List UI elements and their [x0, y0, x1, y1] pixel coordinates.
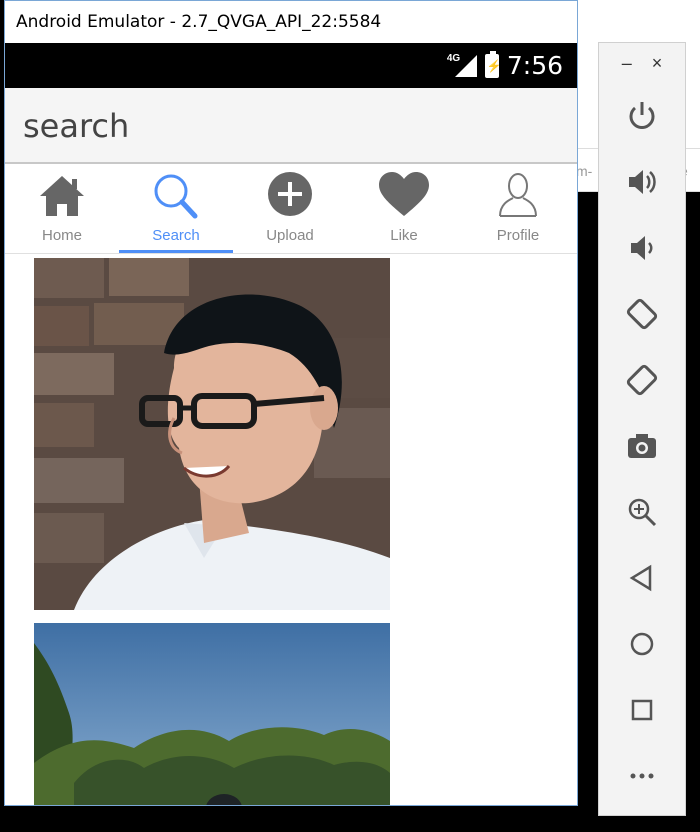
window-title: Android Emulator - 2.7_QVGA_API_22:5584	[5, 1, 577, 43]
desktop-text-fragment: m-	[576, 163, 593, 179]
photo-feed[interactable]	[5, 254, 577, 806]
rotate-left-icon	[626, 298, 658, 330]
tab-home-label: Home	[41, 227, 82, 244]
back-icon	[629, 564, 652, 592]
tab-profile-label: Profile	[496, 227, 540, 244]
more-button[interactable]	[599, 743, 685, 809]
tab-bar: Home Search Upload Like Profile	[5, 164, 577, 254]
upload-icon	[268, 172, 312, 216]
more-icon	[630, 773, 654, 779]
volume-down-button[interactable]	[599, 215, 685, 281]
tab-home[interactable]: Home	[5, 164, 119, 253]
back-button[interactable]	[599, 545, 685, 611]
feed-photo-outdoor[interactable]	[34, 623, 390, 806]
zoom-button[interactable]	[599, 479, 685, 545]
emulator-toolbar: – ×	[598, 42, 686, 816]
tab-upload[interactable]: Upload	[233, 164, 347, 253]
rotate-right-button[interactable]	[599, 347, 685, 413]
camera-icon	[628, 434, 656, 458]
minimize-button[interactable]: –	[622, 53, 632, 74]
volume-down-icon	[631, 236, 653, 260]
volume-up-button[interactable]	[599, 149, 685, 215]
screenshot-button[interactable]	[599, 413, 685, 479]
tab-search[interactable]: Search	[119, 164, 233, 253]
emulator-window: Android Emulator - 2.7_QVGA_API_22:5584 …	[4, 0, 578, 806]
search-header[interactable]: search	[5, 88, 577, 164]
search-icon	[154, 174, 198, 219]
home-button[interactable]	[599, 611, 685, 677]
profile-icon	[499, 173, 537, 217]
volume-up-icon	[629, 170, 656, 194]
power-icon	[629, 102, 655, 129]
home-circle-icon	[630, 632, 654, 656]
android-status-bar: 4G ⚡ 7:56	[5, 43, 577, 88]
home-icon	[40, 176, 84, 216]
power-button[interactable]	[599, 83, 685, 149]
tab-upload-label: Upload	[266, 227, 314, 244]
signal-icon: 4G	[447, 53, 477, 79]
battery-icon: ⚡	[484, 50, 502, 78]
tab-like[interactable]: Like	[347, 164, 461, 253]
rotate-left-button[interactable]	[599, 281, 685, 347]
tab-search-label: Search	[152, 227, 200, 244]
rotate-right-icon	[626, 364, 658, 396]
status-time: 7:56	[506, 51, 563, 80]
overview-icon	[631, 699, 653, 721]
tab-profile[interactable]: Profile	[461, 164, 575, 253]
feed-photo-portrait[interactable]	[34, 258, 390, 610]
overview-button[interactable]	[599, 677, 685, 743]
close-button[interactable]: ×	[652, 53, 663, 74]
tab-like-label: Like	[390, 227, 418, 244]
heart-icon	[379, 172, 429, 216]
zoom-icon	[628, 498, 657, 527]
